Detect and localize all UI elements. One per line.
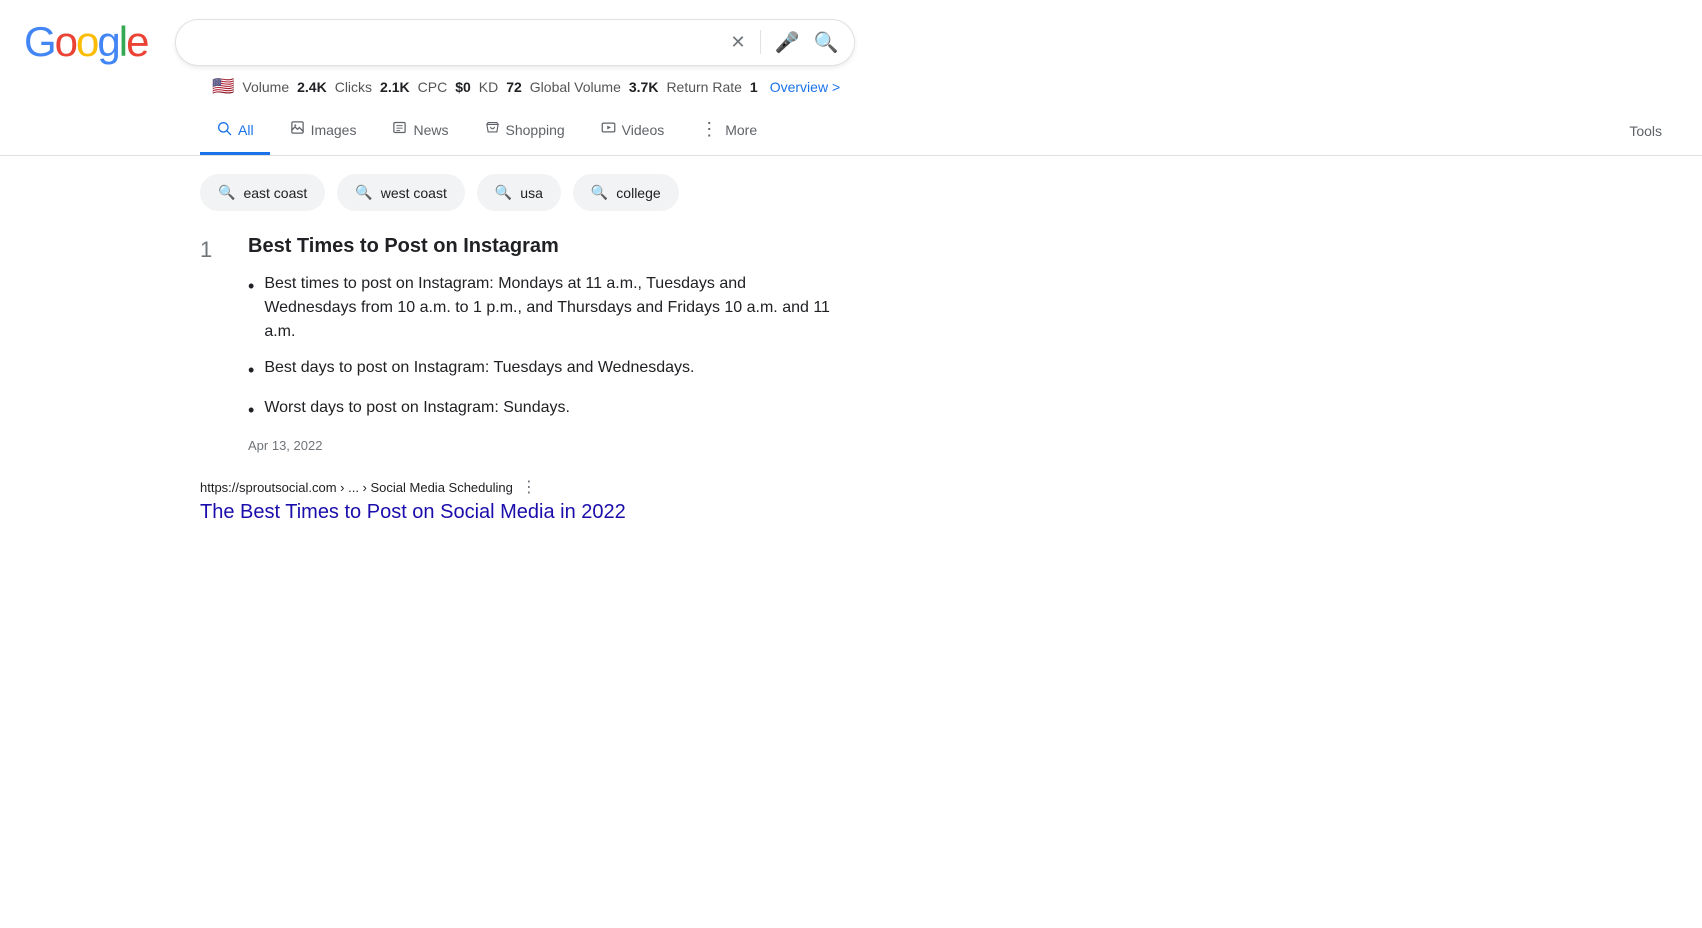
header: Google best time of day to post on insta…: [0, 0, 1702, 66]
chip-west-coast[interactable]: 🔍 west coast: [337, 174, 465, 211]
snippet-bullet-2-text: Best days to post on Instagram: Tuesdays…: [264, 356, 694, 380]
videos-tab-icon: [601, 120, 616, 139]
featured-snippet: 1 Best Times to Post on Instagram • Best…: [200, 235, 836, 453]
search-result-1: https://sproutsocial.com › ... › Social …: [200, 477, 836, 524]
bullet-dot-2: •: [248, 357, 254, 384]
search-bar: best time of day to post on instagram ✕ …: [175, 19, 855, 66]
nav-tabs: All Images News: [0, 107, 1702, 156]
result-more-icon[interactable]: ⋮: [521, 477, 537, 497]
tab-shopping-label: Shopping: [506, 122, 565, 138]
snippet-bullet-2: • Best days to post on Instagram: Tuesda…: [248, 356, 836, 384]
snippet-number: 1: [200, 235, 228, 453]
volume-value: 2.4K: [297, 79, 327, 95]
clicks-value: 2.1K: [380, 79, 410, 95]
snippet-bullet-3-text: Worst days to post on Instagram: Sundays…: [264, 396, 570, 420]
bullet-dot-3: •: [248, 397, 254, 424]
snippet-title: Best Times to Post on Instagram: [248, 235, 836, 258]
result-url: https://sproutsocial.com › ... › Social …: [200, 480, 513, 495]
tools-button[interactable]: Tools: [1613, 111, 1678, 151]
tab-news-label: News: [413, 122, 448, 138]
logo-o2: o: [76, 18, 97, 65]
clear-icon[interactable]: ✕: [731, 32, 746, 53]
snippet-bullet-1: • Best times to post on Instagram: Monda…: [248, 272, 836, 344]
search-input[interactable]: best time of day to post on instagram: [192, 32, 730, 52]
global-volume-label: Global Volume: [530, 79, 621, 95]
shopping-tab-icon: [485, 120, 500, 139]
result-title[interactable]: The Best Times to Post on Social Media i…: [200, 501, 626, 523]
all-tab-icon: [216, 120, 232, 140]
search-submit-icon[interactable]: 🔍: [814, 30, 839, 55]
return-rate-value: 1: [750, 79, 758, 95]
snippet-list: • Best times to post on Instagram: Monda…: [248, 272, 836, 424]
logo-g2: g: [97, 18, 118, 65]
chip-college-label: college: [616, 185, 660, 201]
kd-label: KD: [479, 79, 498, 95]
snippet-date: Apr 13, 2022: [248, 438, 836, 453]
microphone-icon[interactable]: 🎤: [775, 30, 800, 55]
tab-images[interactable]: Images: [274, 108, 373, 154]
chip-usa[interactable]: 🔍 usa: [477, 174, 561, 211]
chip-east-coast-label: east coast: [243, 185, 307, 201]
tab-more-label: More: [725, 122, 757, 138]
global-volume-value: 3.7K: [629, 79, 659, 95]
chip-search-icon-west-coast: 🔍: [355, 184, 372, 201]
news-tab-icon: [392, 120, 407, 139]
cpc-value: $0: [455, 79, 471, 95]
google-logo: Google: [24, 18, 147, 66]
chip-search-icon-college: 🔍: [591, 184, 608, 201]
tab-more[interactable]: ⋮ More: [684, 107, 773, 155]
clicks-label: Clicks: [335, 79, 372, 95]
logo-l: l: [119, 18, 126, 65]
return-rate-label: Return Rate: [666, 79, 741, 95]
tab-all-label: All: [238, 122, 254, 138]
suggestion-chips: 🔍 east coast 🔍 west coast 🔍 usa 🔍 colleg…: [200, 174, 836, 211]
result-url-row: https://sproutsocial.com › ... › Social …: [200, 477, 836, 497]
images-tab-icon: [290, 120, 305, 139]
metrics-bar: 🇺🇸 Volume 2.4K Clicks 2.1K CPC $0 KD 72 …: [0, 66, 1702, 107]
tab-images-label: Images: [311, 122, 357, 138]
bullet-dot-1: •: [248, 273, 254, 300]
chip-search-icon-east-coast: 🔍: [218, 184, 235, 201]
snippet-body: Best Times to Post on Instagram • Best t…: [248, 235, 836, 453]
overview-link[interactable]: Overview >: [770, 79, 840, 95]
snippet-bullet-1-text: Best times to post on Instagram: Mondays…: [264, 272, 836, 344]
volume-label: Volume: [242, 79, 289, 95]
logo-e: e: [126, 18, 147, 65]
tab-all[interactable]: All: [200, 108, 270, 155]
flag-icon: 🇺🇸: [212, 76, 234, 97]
more-tab-icon: ⋮: [700, 119, 719, 140]
chip-east-coast[interactable]: 🔍 east coast: [200, 174, 325, 211]
tab-news[interactable]: News: [376, 108, 464, 154]
chip-west-coast-label: west coast: [381, 185, 447, 201]
snippet-bullet-3: • Worst days to post on Instagram: Sunda…: [248, 396, 836, 424]
kd-value: 72: [506, 79, 522, 95]
logo-o1: o: [55, 18, 76, 65]
tab-videos[interactable]: Videos: [585, 108, 681, 154]
logo-g: G: [24, 18, 55, 65]
chip-college[interactable]: 🔍 college: [573, 174, 679, 211]
search-icons: ✕ 🎤 🔍: [731, 30, 839, 55]
chip-usa-label: usa: [520, 185, 543, 201]
tab-shopping[interactable]: Shopping: [469, 108, 581, 154]
main-content: 🔍 east coast 🔍 west coast 🔍 usa 🔍 colleg…: [0, 156, 860, 566]
icon-divider: [760, 30, 761, 54]
cpc-label: CPC: [418, 79, 448, 95]
tab-videos-label: Videos: [622, 122, 665, 138]
chip-search-icon-usa: 🔍: [495, 184, 512, 201]
